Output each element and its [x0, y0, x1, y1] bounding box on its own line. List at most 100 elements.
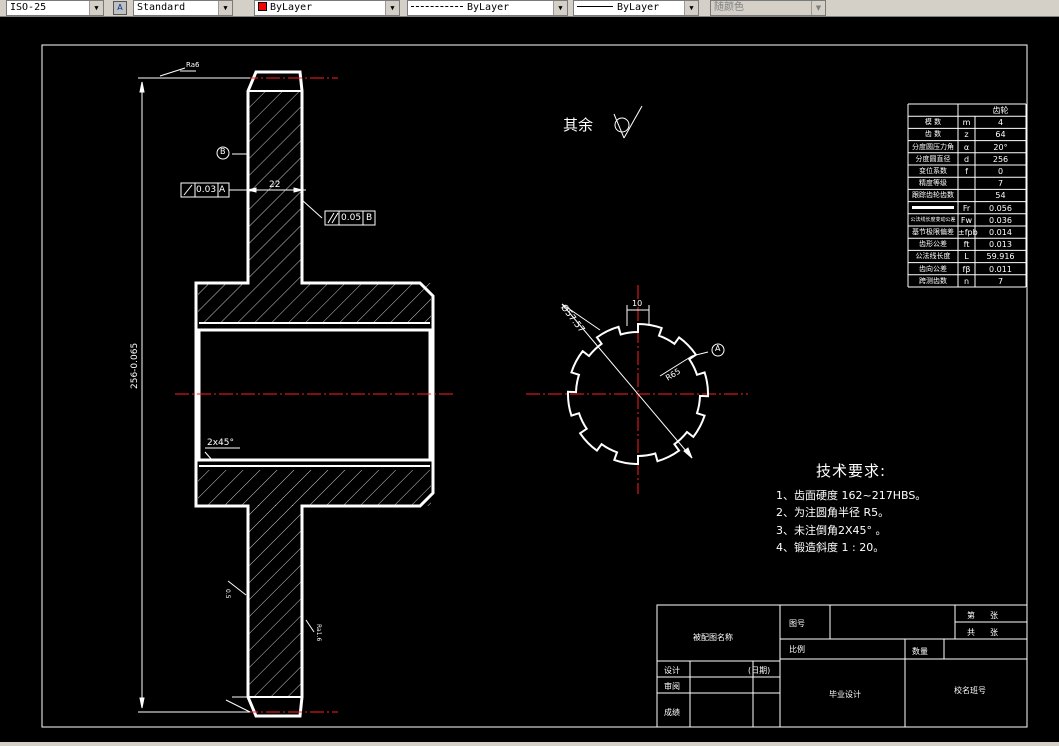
- gear-table-symbol: d: [963, 154, 970, 164]
- color-dropdown[interactable]: ByLayer ▼: [254, 0, 400, 16]
- small-tolerance-label: 0.5: [224, 589, 231, 599]
- chevron-down-icon: ▼: [811, 1, 825, 15]
- date-label: (日期): [748, 666, 771, 675]
- chevron-down-icon[interactable]: ▼: [218, 1, 232, 15]
- gear-table-value: 4: [997, 118, 1004, 128]
- drawing-svg: [41, 44, 1028, 728]
- gear-table-header: 齿轮: [992, 106, 1009, 115]
- dimstyle-value: ISO-25: [10, 2, 47, 13]
- plotstyle-dropdown: 随颜色 ▼: [710, 0, 826, 16]
- part-name-label: 被配图名称: [693, 633, 733, 642]
- gear-table-value: 59.916: [986, 252, 1015, 262]
- gear-table-value: 7: [997, 179, 1004, 189]
- gear-table-symbol: z: [964, 130, 969, 140]
- gear-table-value: 0.056: [989, 203, 1012, 213]
- linetype-dropdown[interactable]: ByLayer ▼: [407, 0, 568, 16]
- gear-table-name: 精度等级: [919, 179, 947, 188]
- tech-req-item: 3、未注倒角2X45° 。: [776, 524, 887, 537]
- textstyle-value: Standard: [137, 2, 186, 13]
- quantity-label: 数量: [912, 647, 928, 656]
- gear-table-value: 0.013: [989, 240, 1012, 250]
- gear-table-name: 分度圆直径: [915, 154, 951, 163]
- gear-table-symbol: ft: [963, 240, 970, 250]
- review-label: 审阅: [664, 682, 680, 691]
- gear-table-name: 公法线长度: [915, 252, 951, 261]
- ra-label-top: Ra6: [186, 61, 200, 69]
- total-unit-label: 张: [990, 628, 998, 637]
- gear-table-symbol: fβ: [962, 264, 971, 274]
- chevron-down-icon[interactable]: ▼: [385, 1, 399, 15]
- drawing-canvas[interactable]: Ra6 22 0.03 A 0.05 B B A 256-0.065 2x45°…: [0, 17, 1059, 746]
- ra-label-small: Ra1.6: [315, 624, 322, 642]
- gear-table-symbol: α: [963, 142, 970, 152]
- plotstyle-value: 随颜色: [714, 2, 744, 13]
- gear-table-symbol: n: [963, 276, 970, 286]
- tech-req-item: 1、齿面硬度 162~217HBS。: [776, 489, 927, 502]
- gear-table-name: 齿 数: [924, 130, 942, 139]
- lineweight-dropdown[interactable]: ByLayer ▼: [573, 0, 699, 16]
- fr-row-bar: [912, 205, 954, 209]
- linetype-preview-icon: [411, 6, 463, 7]
- gear-table-symbol: f: [965, 167, 968, 176]
- gear-table-value: 20°: [993, 142, 1008, 152]
- gear-table-value: 64: [995, 130, 1006, 140]
- gear-table-name: 基节极限偏差: [912, 228, 954, 236]
- datum-a-label: A: [715, 344, 721, 353]
- diameter-dimension: 256-0.065: [130, 342, 140, 389]
- gear-table-value: 0.011: [989, 264, 1012, 274]
- gear-table-value: 7: [997, 276, 1004, 286]
- keyway-width-dimension: 10: [632, 299, 643, 308]
- roughness-symbol-icon: [613, 105, 643, 139]
- gear-table-name: 跟踪齿轮齿数: [912, 191, 954, 200]
- lineweight-preview-icon: [577, 6, 613, 7]
- gear-table-name: 跨测齿数: [919, 276, 947, 285]
- dimstyle-dropdown[interactable]: ISO-25 ▼: [6, 0, 104, 16]
- gear-table-name: 公法线长度变动公差: [910, 216, 956, 223]
- chevron-down-icon[interactable]: ▼: [684, 1, 698, 15]
- gear-table-value: 256: [992, 154, 1009, 164]
- text-style-icon[interactable]: A: [113, 1, 127, 15]
- gear-table-value: 0: [997, 167, 1004, 176]
- chamfer-label: 2x45°: [207, 438, 235, 448]
- width-dimension: 22: [269, 180, 281, 190]
- color-swatch-icon: [258, 2, 267, 11]
- textstyle-dropdown[interactable]: Standard ▼: [133, 0, 233, 16]
- gear-table-symbol: m: [962, 118, 971, 128]
- gear-table-name: 齿形公差: [919, 240, 947, 249]
- school-class-label: 校名班号: [954, 686, 986, 695]
- scale-label: 比例: [789, 645, 805, 654]
- linetype-value: ByLayer: [467, 2, 510, 13]
- tech-req-item: 4、锻造斜度 1 : 20。: [776, 541, 885, 554]
- gear-table-symbol: Fw: [960, 215, 973, 225]
- gear-table-value: 0.014: [989, 228, 1012, 237]
- lineweight-value: ByLayer: [617, 2, 660, 13]
- parallel-datum: B: [366, 213, 373, 223]
- gear-table-symbol: ±fpb: [958, 228, 978, 237]
- gear-table-value: 54: [995, 191, 1006, 201]
- drawing-frame: [41, 44, 1028, 728]
- total-label: 共: [967, 628, 975, 637]
- drawing-no-label: 图号: [789, 619, 805, 628]
- gear-table-name: 分度圆压力角: [912, 142, 954, 151]
- parallel-tolerance: 0.05: [341, 213, 362, 223]
- tech-req-title: 技术要求:: [816, 462, 887, 480]
- graduation-design-label: 毕业设计: [829, 690, 861, 699]
- color-value: ByLayer: [270, 2, 313, 13]
- datum-b-label: B: [220, 147, 226, 156]
- sheet-unit-label: 张: [990, 611, 998, 620]
- status-bar: [0, 742, 1059, 746]
- gear-table-symbol: L: [964, 252, 969, 262]
- design-label: 设计: [664, 666, 680, 675]
- gear-table-name: 齿向公差: [919, 264, 947, 273]
- properties-toolbar: ISO-25 ▼ A Standard ▼ ByLayer ▼ ByLayer …: [0, 0, 1059, 17]
- gear-table-name: 模 数: [924, 118, 942, 127]
- chevron-down-icon[interactable]: ▼: [553, 1, 567, 15]
- gear-table-name: 变位系数: [919, 167, 947, 175]
- gear-table-value: 0.036: [989, 215, 1012, 225]
- runout-tolerance: 0.03: [196, 185, 217, 195]
- gear-table-symbol: Fr: [962, 203, 971, 213]
- sheet-label: 第: [967, 611, 975, 620]
- roughness-rest-label: 其余: [563, 116, 594, 134]
- runout-datum: A: [219, 185, 226, 195]
- chevron-down-icon[interactable]: ▼: [89, 1, 103, 15]
